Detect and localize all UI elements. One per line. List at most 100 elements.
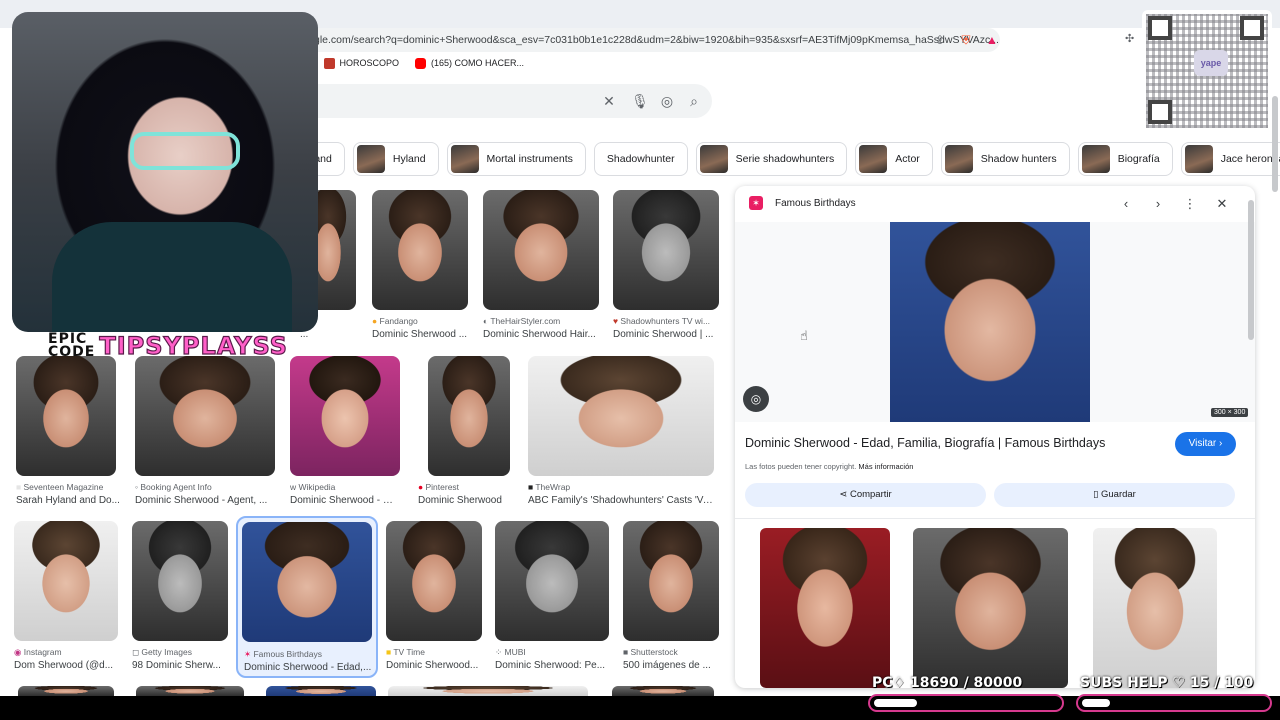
result-source-label: Shutterstock xyxy=(630,647,678,657)
brave-rewards-icon[interactable]: ▲ xyxy=(982,30,1002,50)
result-thumbnail[interactable] xyxy=(266,686,376,696)
result-title: Dominic Sherwood - W... xyxy=(290,495,400,506)
chip-shadow-hunters[interactable]: Shadow hunters xyxy=(940,142,1070,176)
close-icon[interactable]: ✕ xyxy=(1214,196,1230,212)
chip-biografia[interactable]: Biografía xyxy=(1077,142,1173,176)
address-bar[interactable]: gle.com/search?q=dominic+Sherwood&sca_es… xyxy=(300,28,1000,52)
image-result-selected[interactable]: ✶ Famous Birthdays Dominic Sherwood - Ed… xyxy=(236,516,378,678)
close-icon[interactable]: ✕ xyxy=(600,92,618,110)
fandango-icon: ● xyxy=(372,316,380,326)
result-thumbnail[interactable] xyxy=(18,686,114,696)
share-button[interactable]: ⋖ Compartir xyxy=(745,483,986,507)
result-title: Dominic Sherwood Hair... xyxy=(483,329,596,340)
chip-hyland[interactable]: Hyland xyxy=(352,142,439,176)
related-image[interactable] xyxy=(760,528,890,688)
chip-actor[interactable]: Actor xyxy=(855,142,933,176)
chip-serie-shadowhunters[interactable]: Serie shadowhunters xyxy=(695,142,848,176)
chip-mortal-instruments[interactable]: Mortal instruments xyxy=(446,142,586,176)
next-icon[interactable]: › xyxy=(1150,196,1166,211)
points-goal: / 80000 xyxy=(963,675,1023,691)
chip-label: Actor xyxy=(895,153,920,165)
panel-scrollbar[interactable] xyxy=(1248,200,1254,340)
result-source: ■ TV Time xyxy=(386,647,482,657)
bookmark-label: HOROSCOPO xyxy=(339,58,400,68)
visit-button[interactable]: Visitar › xyxy=(1175,432,1236,456)
result-thumbnail[interactable] xyxy=(136,686,244,696)
share-label: Compartir xyxy=(849,489,892,500)
page-scrollbar[interactable] xyxy=(1272,96,1278,192)
result-thumbnail xyxy=(242,522,372,642)
preview-image[interactable] xyxy=(890,222,1090,422)
divider xyxy=(735,518,1255,519)
lens-icon[interactable]: ◎ xyxy=(658,92,676,110)
bookmarks-bar: ... HOROSCOPO (165) COMO HACER... xyxy=(300,53,524,73)
mic-icon[interactable]: 🎙 xyxy=(631,92,649,110)
result-thumbnail xyxy=(290,356,400,476)
bookmark-horoscopo[interactable]: HOROSCOPO xyxy=(323,57,400,69)
share-icon: ⋖ xyxy=(839,489,850,500)
result-thumbnail xyxy=(16,356,116,476)
chip-jace-herondale[interactable]: Jace herondale xyxy=(1180,142,1280,176)
pinterest-icon: ● xyxy=(418,482,426,492)
panel-source[interactable]: Famous Birthdays xyxy=(775,198,856,209)
search-icon[interactable]: ⌕ xyxy=(685,92,703,110)
save-button[interactable]: ▯ Guardar xyxy=(994,483,1235,507)
bookmark-youtube[interactable]: (165) COMO HACER... xyxy=(415,57,525,69)
chip-thumbnail xyxy=(356,145,385,173)
related-image[interactable] xyxy=(1093,528,1217,688)
result-title: 500 imágenes de ... xyxy=(623,660,711,671)
logo-line2: CODE xyxy=(48,344,96,360)
lens-icon[interactable]: ◎ xyxy=(743,386,769,412)
result-thumbnail[interactable] xyxy=(612,686,714,696)
mouse-cursor-icon: ☝ xyxy=(800,328,808,343)
preview-title[interactable]: Dominic Sherwood - Edad, Familia, Biogra… xyxy=(745,436,1105,450)
result-thumbnail xyxy=(14,521,118,641)
chip-thumbnail xyxy=(1184,145,1213,173)
subs-goal: / 100 xyxy=(1214,675,1254,691)
result-source: ● Pinterest xyxy=(418,482,518,492)
stream-logo: EPIC CODE TIPSYPLAYSS xyxy=(48,331,288,360)
chip-thumbnail xyxy=(944,145,973,173)
brave-shield-icon[interactable]: ⛨ xyxy=(956,30,976,50)
webcam-overlay xyxy=(12,12,318,332)
points-progress-bar xyxy=(868,694,1064,712)
result-source-label: MUBI xyxy=(504,647,526,657)
result-source-label: Seventeen Magazine xyxy=(23,482,104,492)
result-source-label: Wikipedia xyxy=(298,482,336,492)
more-options-icon[interactable]: ⋮ xyxy=(1182,196,1198,212)
result-source: ■ TheWrap xyxy=(528,482,714,492)
result-source-label: TheHairStyler.com xyxy=(490,316,561,326)
chip-thumbnail xyxy=(450,145,479,173)
more-info-link[interactable]: Más información xyxy=(858,462,913,471)
address-bar-actions: ⇪ ⛨ ▲ xyxy=(930,30,1002,50)
result-title: Dominic Sherwood ... xyxy=(372,329,468,340)
bookmark-label: (165) COMO HACER... xyxy=(431,58,525,68)
share-page-icon[interactable]: ⇪ xyxy=(930,30,950,50)
result-title: Dom Sherwood (@d... xyxy=(14,660,114,671)
previous-icon[interactable]: ‹ xyxy=(1118,196,1134,211)
site-icon: ■ xyxy=(16,482,24,492)
related-image[interactable] xyxy=(913,528,1068,688)
instagram-icon: ◉ xyxy=(14,647,24,657)
result-thumbnail xyxy=(483,190,599,310)
result-source: ✶ Famous Birthdays xyxy=(244,649,374,660)
result-source: ● Fandango xyxy=(372,316,472,326)
result-title: ABC Family's 'Shadowhunters' Casts 'Va..… xyxy=(528,495,714,506)
save-label: Guardar xyxy=(1101,489,1136,500)
chip-label: Mortal instruments xyxy=(486,153,573,165)
image-dimensions: 300 × 300 xyxy=(1211,408,1249,417)
result-source: ◻ Getty Images xyxy=(132,647,228,658)
extensions-icon[interactable]: ✣ xyxy=(1125,32,1134,45)
result-thumbnail xyxy=(528,356,714,476)
result-title: Dominic Sherwood: Pe... xyxy=(495,660,606,671)
result-source: ♥ Shadowhunters TV wi... xyxy=(613,316,719,326)
result-title: Dominic Sherwood xyxy=(418,495,502,506)
wikipedia-icon: w xyxy=(290,482,299,492)
search-input[interactable]: ✕ 🎙 ◎ ⌕ xyxy=(300,84,712,118)
filter-chips: land Hyland Mortal instruments Shadowhun… xyxy=(300,142,1280,176)
chip-label: Biografía xyxy=(1117,153,1160,165)
chip-shadowhunter[interactable]: Shadowhunter xyxy=(593,142,688,176)
result-thumbnail[interactable] xyxy=(388,686,588,696)
result-thumbnail xyxy=(428,356,510,476)
webcam-glasses xyxy=(130,132,240,170)
